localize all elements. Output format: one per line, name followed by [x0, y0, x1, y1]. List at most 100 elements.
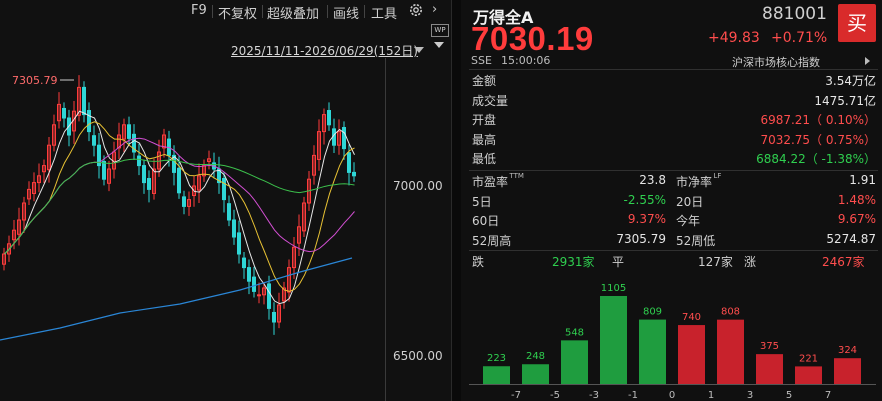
- candle-body: [62, 107, 66, 119]
- candle-body: [252, 276, 256, 292]
- candle-body: [182, 196, 186, 207]
- breadth-tick: -1: [628, 390, 638, 401]
- breadth-distribution-chart[interactable]: 223 2485481105809 740 808375221324-7 -5 -3 -1 0…: [461, 278, 882, 401]
- candle-body: [82, 86, 86, 116]
- stat-value: 9.67%: [837, 212, 876, 226]
- toolbar-no-adjust[interactable]: 不复权: [218, 3, 257, 22]
- stat-value: 9.37%: [627, 212, 666, 226]
- stat-label: 52周高: [472, 233, 512, 248]
- index-code: 881001: [762, 4, 827, 24]
- core-index-link[interactable]: 沪深市场核心指数: [732, 54, 820, 70]
- panel-divider[interactable]: [451, 0, 461, 401]
- candle-body: [242, 257, 246, 269]
- stat-label: 最低: [472, 152, 497, 166]
- quote-time: 15:00:06: [501, 54, 551, 67]
- candle-body: [237, 232, 241, 255]
- breadth-bar-label: 548: [565, 327, 584, 338]
- divider-line: [469, 69, 878, 70]
- candle-body: [227, 203, 231, 221]
- candle-body: [272, 311, 276, 323]
- breadth-bar: [522, 364, 549, 384]
- stat-value: 7305.79: [616, 231, 666, 246]
- kline-panel[interactable]: F9 不复权 超级叠加 画线 工具 › 2025/11/11-2026/06/2…: [0, 0, 451, 401]
- candle-body: [247, 267, 251, 282]
- buy-button[interactable]: 买: [838, 4, 876, 42]
- candle-body: [232, 219, 236, 238]
- candle-body: [102, 161, 106, 180]
- max-price-label: 7305.79: [12, 74, 58, 87]
- candle-body: [347, 152, 351, 173]
- stat-label: 市盈率: [472, 175, 509, 189]
- stat-label: 市净率: [676, 175, 713, 189]
- breadth-bar-label: 223: [487, 353, 506, 364]
- divider-line: [469, 170, 878, 171]
- wp-badge-icon[interactable]: WP: [431, 24, 449, 37]
- breadth-tick: -7: [511, 390, 521, 401]
- y-tick-7000: 7000.00: [393, 179, 443, 193]
- stat-value: 6884.22（ -1.38%）: [756, 152, 876, 166]
- stat-value: 3.54万亿: [825, 74, 876, 88]
- stat-label: 今年: [676, 214, 701, 228]
- exchange-label: SSE: [471, 54, 492, 67]
- candle-body: [267, 283, 271, 309]
- candlestick-chart[interactable]: 7305.79: [0, 58, 385, 401]
- stat-label: 成交量: [472, 93, 509, 108]
- fall-count: 2931家: [552, 255, 595, 269]
- wp-dropdown-icon[interactable]: [434, 42, 444, 48]
- breadth-bar: [600, 296, 627, 384]
- toolbar-super-overlay[interactable]: 超级叠加: [267, 3, 319, 22]
- candle-body: [142, 165, 146, 184]
- stat-label: 金额: [472, 74, 497, 88]
- breadth-bar: [483, 366, 510, 384]
- candle-body: [177, 167, 181, 194]
- breadth-bar-label: 221: [799, 353, 818, 364]
- breadth-bar: [561, 340, 588, 384]
- breadth-tick: 3: [747, 390, 753, 401]
- stat-value: 1.91: [849, 173, 876, 187]
- breadth-tick: -5: [550, 390, 560, 401]
- candle-body: [137, 155, 141, 167]
- stat-value: 5274.87: [826, 231, 876, 246]
- breadth-bar: [756, 354, 783, 384]
- candle-body: [327, 110, 331, 126]
- chart-toolbar: F9 不复权 超级叠加 画线 工具 ›: [0, 0, 451, 22]
- stat-label: 20日: [676, 194, 704, 209]
- flat-label: 平: [612, 255, 625, 269]
- flat-count: 127家: [698, 255, 733, 269]
- stat-value: 6987.21（ 0.10%）: [760, 113, 876, 127]
- candle-body: [87, 110, 91, 133]
- candle-body: [92, 135, 96, 146]
- toolbar-f9[interactable]: F9: [191, 3, 207, 18]
- stat-label: 60日: [472, 214, 500, 228]
- stat-value: -2.55%: [623, 192, 666, 207]
- last-price: 7030.19: [471, 20, 594, 57]
- stat-value: 1475.71亿: [814, 93, 876, 108]
- breadth-bar-label: 808: [721, 307, 740, 318]
- candle-body: [352, 171, 356, 177]
- breadth-tick: 1: [708, 390, 714, 401]
- stat-label: 最高: [472, 132, 497, 147]
- ma120-line: [0, 257, 353, 341]
- toolbar-separator: [262, 5, 263, 18]
- toolbar-separator: [327, 5, 328, 18]
- rise-count: 2467家: [822, 255, 865, 269]
- breadth-bar: [639, 319, 666, 384]
- price-change: +49.83: [708, 30, 760, 46]
- breadth-bar-label: 248: [526, 351, 545, 362]
- y-axis-line: [385, 58, 386, 401]
- y-tick-6500: 6500.00: [393, 349, 443, 363]
- candle-body: [342, 127, 346, 150]
- breadth-tick: 0: [669, 390, 675, 401]
- range-dropdown-icon[interactable]: [414, 47, 424, 53]
- breadth-bar: [678, 325, 705, 384]
- price-change-pct: +0.71%: [771, 30, 828, 46]
- toolbar-tools[interactable]: 工具: [371, 3, 397, 22]
- chevron-right-icon[interactable]: [865, 57, 870, 65]
- breadth-tick: 5: [786, 390, 792, 401]
- gear-icon[interactable]: [408, 2, 424, 18]
- toolbar-draw-line[interactable]: 画线: [333, 3, 359, 22]
- chevron-right-icon[interactable]: ›: [432, 2, 437, 17]
- breadth-bar-label: 324: [838, 345, 857, 356]
- quote-panel: 万得全A 881001 买 7030.19 +49.83 +0.71% SSE …: [461, 0, 882, 401]
- date-range[interactable]: 2025/11/11-2026/06/29(152日): [231, 42, 418, 59]
